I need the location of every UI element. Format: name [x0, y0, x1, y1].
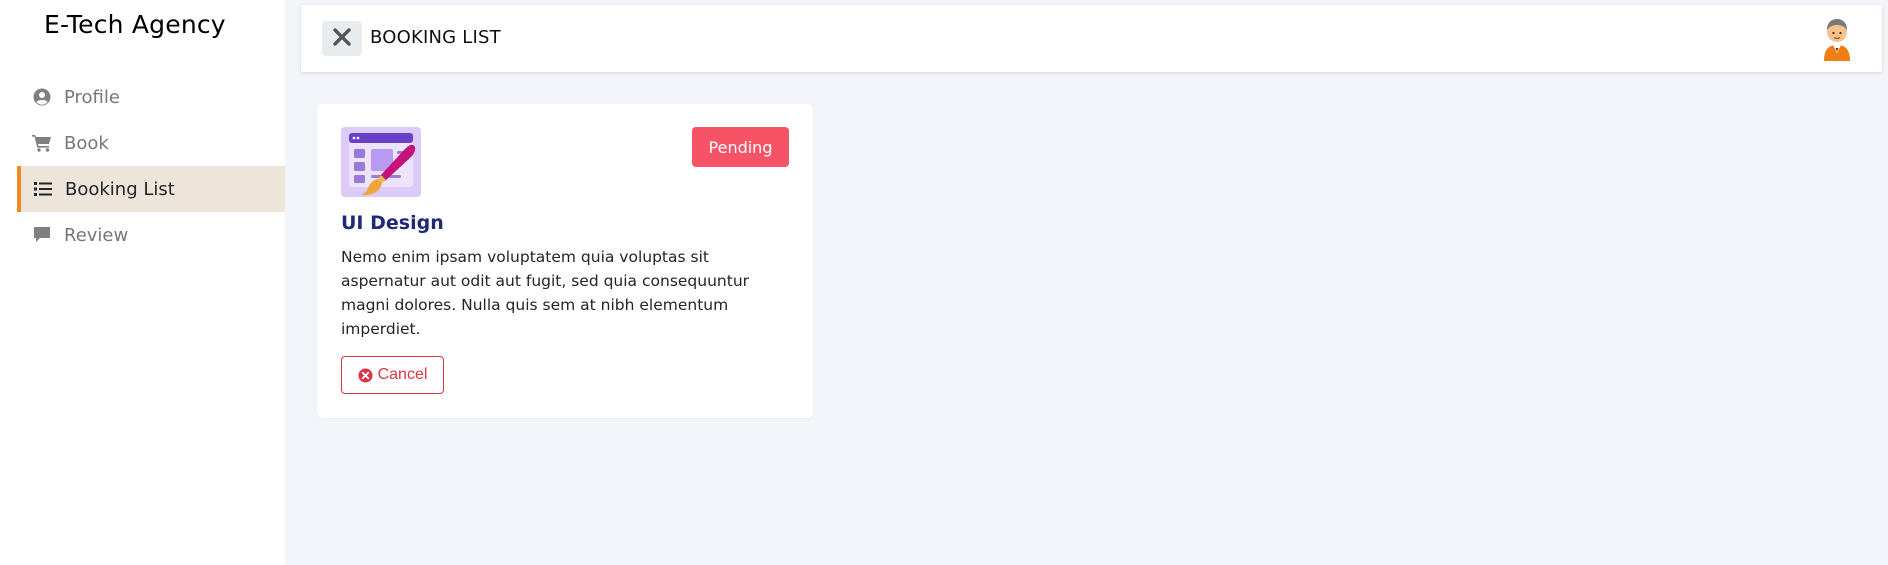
- cancel-button[interactable]: Cancel: [341, 356, 444, 394]
- sidebar-item-label: Review: [64, 224, 129, 246]
- sidebar-item-review[interactable]: Review: [17, 212, 285, 258]
- close-sidebar-button[interactable]: [322, 21, 362, 56]
- x-circle-icon: [358, 367, 373, 383]
- top-header: BOOKING LIST: [301, 5, 1882, 72]
- sidebar-item-profile[interactable]: Profile: [17, 74, 285, 120]
- user-avatar[interactable]: [1820, 15, 1854, 63]
- close-icon: [333, 27, 351, 50]
- sidebar-item-label: Book: [64, 132, 109, 154]
- booking-title: UI Design: [341, 212, 444, 234]
- sidebar-item-label: Booking List: [65, 178, 175, 200]
- user-circle-icon: [32, 87, 52, 107]
- cart-icon: [32, 133, 52, 153]
- page-title: BOOKING LIST: [370, 27, 501, 48]
- booking-description: Nemo enim ipsam voluptatem quia voluptas…: [341, 248, 750, 338]
- sidebar-item-label: Profile: [64, 86, 120, 108]
- comment-icon: [32, 225, 52, 245]
- brand-title: E-Tech Agency: [44, 10, 226, 39]
- sidebar-nav: Profile Book Booking List Review: [17, 74, 285, 258]
- booking-card: Pending UI Design Nemo enim ipsam volupt…: [317, 104, 813, 418]
- list-icon: [33, 179, 53, 199]
- sidebar: E-Tech Agency Profile Book Booking List …: [0, 0, 285, 565]
- sidebar-item-booking-list[interactable]: Booking List: [17, 166, 285, 212]
- cancel-label: Cancel: [377, 366, 428, 383]
- status-badge: Pending: [692, 127, 789, 167]
- sidebar-item-book[interactable]: Book: [17, 120, 285, 166]
- ui-design-illustration-icon: [341, 127, 421, 197]
